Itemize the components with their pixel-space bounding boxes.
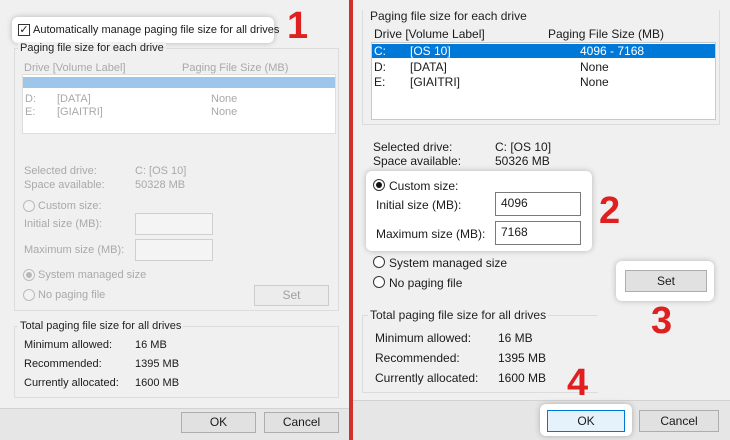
drive-row-selected[interactable] — [23, 77, 335, 88]
custom-size-radio[interactable] — [373, 179, 385, 191]
virtual-memory-dialog-after: Paging file size for each drive Drive [V… — [353, 0, 730, 440]
cancel-button[interactable]: Cancel — [264, 412, 339, 433]
col-size-header: Paging File Size (MB) — [548, 27, 665, 41]
initial-size-input[interactable] — [135, 213, 213, 235]
drive-list[interactable]: D: [DATA] None E: [GIAITRI] None — [22, 74, 336, 134]
system-managed-label: System managed size — [38, 269, 147, 281]
drive-row[interactable]: D: [DATA] None — [372, 60, 715, 74]
maximum-size-label: Maximum size (MB): — [24, 244, 125, 256]
drive-list[interactable]: C: [OS 10] 4096 - 7168 D: [DATA] None E:… — [371, 42, 716, 120]
selected-drive-value: C: [OS 10] — [135, 165, 187, 177]
currently-allocated-label: Currently allocated: — [24, 377, 119, 389]
initial-size-label: Initial size (MB): — [376, 198, 462, 212]
auto-manage-label: Automatically manage paging file size fo… — [33, 24, 280, 36]
set-button[interactable]: Set — [254, 285, 329, 306]
system-managed-radio[interactable] — [23, 269, 35, 281]
space-available-value: 50326 MB — [495, 154, 550, 168]
no-paging-label: No paging file — [38, 289, 106, 301]
set-button[interactable]: Set — [625, 270, 707, 292]
currently-allocated-value: 1600 MB — [135, 377, 180, 389]
total-group-title: Total paging file size for all drives — [368, 308, 549, 322]
min-allowed-value: 16 MB — [135, 339, 167, 351]
space-available-value: 50328 MB — [135, 179, 186, 191]
drive-row-selected[interactable]: C: [OS 10] 4096 - 7168 — [372, 44, 715, 58]
step-1-marker: 1 — [287, 5, 309, 47]
paging-group-title: Paging file size for each drive — [18, 42, 166, 54]
step-3-marker: 3 — [651, 300, 673, 342]
auto-manage-checkbox[interactable]: ✓ — [18, 24, 30, 36]
recommended-value: 1395 MB — [135, 358, 180, 370]
col-size-header: Paging File Size (MB) — [182, 62, 289, 74]
initial-size-label: Initial size (MB): — [24, 218, 103, 230]
maximum-size-label: Maximum size (MB): — [376, 227, 486, 241]
system-managed-radio[interactable] — [373, 256, 385, 268]
space-available-label: Space available: — [373, 154, 462, 168]
col-drive-header: Drive [Volume Label] — [24, 62, 126, 74]
system-managed-label: System managed size — [389, 256, 508, 270]
recommended-value: 1395 MB — [498, 351, 547, 365]
step-4-marker: 4 — [567, 362, 589, 404]
no-paging-label: No paging file — [389, 276, 463, 290]
custom-size-radio[interactable] — [23, 200, 35, 212]
total-group-title: Total paging file size for all drives — [18, 320, 184, 332]
cancel-button[interactable]: Cancel — [639, 410, 719, 432]
min-allowed-label: Minimum allowed: — [375, 331, 472, 345]
currently-allocated-label: Currently allocated: — [375, 371, 479, 385]
paging-group-title: Paging file size for each drive — [370, 9, 527, 23]
min-allowed-value: 16 MB — [498, 331, 533, 345]
col-drive-header: Drive [Volume Label] — [374, 27, 485, 41]
currently-allocated-value: 1600 MB — [498, 371, 547, 385]
selected-drive-label: Selected drive: — [373, 140, 453, 154]
recommended-label: Recommended: — [375, 351, 460, 365]
initial-size-input[interactable]: 4096 — [495, 192, 581, 216]
no-paging-radio[interactable] — [373, 276, 385, 288]
maximum-size-input[interactable] — [135, 239, 213, 261]
no-paging-radio[interactable] — [23, 289, 35, 301]
space-available-label: Space available: — [24, 179, 105, 191]
recommended-label: Recommended: — [24, 358, 102, 370]
ok-button[interactable]: OK — [181, 412, 256, 433]
drive-row[interactable]: E: [GIAITRI] None — [372, 75, 715, 89]
min-allowed-label: Minimum allowed: — [24, 339, 113, 351]
step-2-marker: 2 — [599, 190, 621, 232]
selected-drive-value: C: [OS 10] — [495, 140, 552, 154]
drive-row[interactable]: E: [GIAITRI] None — [23, 105, 335, 119]
virtual-memory-dialog-before: ✓ Automatically manage paging file size … — [0, 0, 349, 440]
ok-button[interactable]: OK — [547, 410, 625, 432]
maximum-size-input[interactable]: 7168 — [495, 221, 581, 245]
selected-drive-label: Selected drive: — [24, 165, 97, 177]
custom-size-label: Custom size: — [389, 179, 459, 193]
drive-row[interactable]: D: [DATA] None — [23, 92, 335, 106]
custom-size-label: Custom size: — [38, 200, 102, 212]
